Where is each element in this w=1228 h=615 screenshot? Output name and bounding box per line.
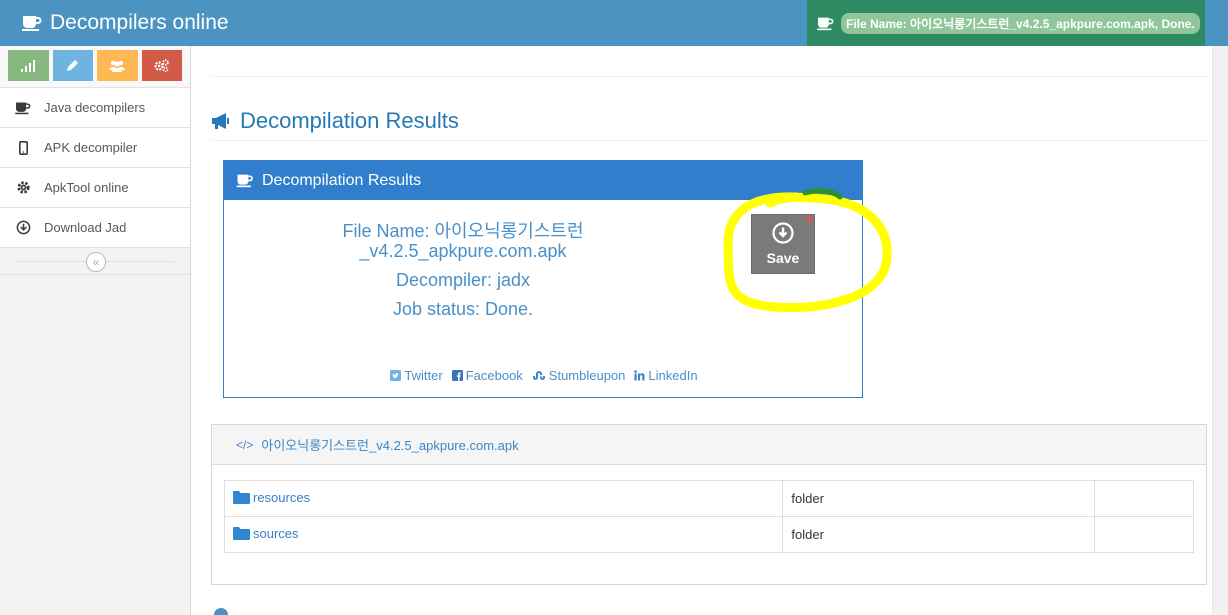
folder-icon [233, 527, 250, 541]
badge-star-icon [805, 214, 815, 224]
share-twitter-link[interactable]: Twitter [390, 368, 443, 383]
sidebar-item-label: APK decompiler [44, 140, 138, 155]
sidebar-item-label: ApkTool online [44, 180, 129, 195]
shortcut-pencil-button[interactable] [52, 50, 93, 81]
pencil-icon [67, 60, 79, 71]
table-row[interactable]: resources folder [223, 480, 1194, 517]
sidebar: Java decompilers APK decompiler ApkTool … [0, 46, 191, 615]
sidebar-item-java-decompilers[interactable]: Java decompilers [0, 88, 190, 128]
twitter-icon [390, 370, 402, 381]
users-icon [109, 60, 126, 72]
job-status-badge: File Name: 아이오닉롱기스트런_v4.2.5_apkpure.com.… [841, 12, 1200, 34]
share-label: Twitter [404, 368, 443, 383]
stumbleupon-icon [532, 371, 545, 380]
download-icon [14, 220, 32, 235]
folder-name: sources [253, 525, 299, 541]
vertical-scrollbar[interactable] [1212, 46, 1228, 615]
cogs-icon [154, 59, 169, 72]
file-name-cell[interactable]: resources [223, 480, 784, 517]
top-navbar: Decompilers online File Name: 아이오닉롱기스트런_… [0, 0, 1228, 46]
file-type-cell: folder [782, 480, 1096, 517]
folder-name: resources [253, 489, 311, 505]
share-label: Stumbleupon [548, 368, 626, 383]
sidebar-item-label: Download Jad [44, 220, 127, 235]
partial-section-icon [214, 608, 228, 615]
coffee-icon [236, 173, 254, 188]
gear-icon [14, 180, 32, 195]
file-name-line-1: File Name: 아이오닉롱기스트런 [342, 221, 584, 241]
decompilation-results-widget: Decompilation Results File Name: 아이오닉롱기스… [223, 160, 863, 398]
widget-header: Decompilation Results [224, 161, 862, 200]
file-table: resources folder sources folder [223, 480, 1194, 553]
sidebar-item-apk-decompiler[interactable]: APK decompiler [0, 128, 190, 168]
linkedin-icon [634, 370, 645, 381]
page-title: Decompilation Results [240, 108, 459, 133]
file-browser-header: </> 아이오닉롱기스트런_v4.2.5_apkpure.com.apk [212, 425, 1206, 465]
sidebar-collapse-row: « [0, 248, 190, 275]
share-label: Facebook [465, 368, 523, 383]
file-browser-title: 아이오닉롱기스트런_v4.2.5_apkpure.com.apk [261, 438, 519, 453]
share-stumbleupon-link[interactable]: Stumbleupon [532, 368, 626, 383]
coffee-icon [22, 14, 42, 32]
bullhorn-icon [210, 112, 232, 130]
share-linkedin-link[interactable]: LinkedIn [634, 368, 698, 383]
share-links: Twitter Facebook Stumbleupon LinkedIn [224, 368, 864, 383]
sidebar-collapse-button[interactable]: « [86, 252, 106, 272]
page-header: Decompilation Results [210, 108, 1207, 141]
folder-icon [233, 491, 250, 505]
job-status-text: Job status: Done. [392, 299, 534, 319]
sidebar-item-download-jad[interactable]: Download Jad [0, 208, 190, 248]
download-icon [772, 222, 794, 244]
mobile-icon [14, 140, 32, 155]
brand[interactable]: Decompilers online [22, 0, 229, 46]
file-extra-cell [1094, 480, 1194, 517]
file-name-cell[interactable]: sources [223, 516, 784, 553]
divider [210, 76, 1207, 77]
signal-icon [21, 59, 36, 72]
shortcut-cogs-button[interactable] [141, 50, 182, 81]
file-browser: </> 아이오닉롱기스트런_v4.2.5_apkpure.com.apk res… [211, 424, 1207, 585]
double-chevron-left-icon: « [92, 255, 100, 269]
file-name-line-2: _v4.2.5_apkpure.com.apk [359, 241, 567, 261]
save-button-label: Save [766, 250, 800, 266]
save-button[interactable]: Save [751, 214, 815, 274]
file-type-cell: folder [782, 516, 1096, 553]
job-status-area: File Name: 아이오닉롱기스트런_v4.2.5_apkpure.com.… [807, 0, 1205, 46]
sidebar-item-apktool-online[interactable]: ApkTool online [0, 168, 190, 208]
coffee-icon [14, 101, 32, 115]
table-row[interactable]: sources folder [223, 516, 1194, 553]
share-facebook-link[interactable]: Facebook [451, 368, 523, 383]
app-title: Decompilers online [50, 11, 229, 34]
shortcut-signal-button[interactable] [8, 50, 49, 81]
sidebar-item-label: Java decompilers [44, 100, 146, 115]
facebook-icon [451, 370, 463, 381]
file-extra-cell [1094, 516, 1194, 553]
code-icon: </> [236, 437, 254, 452]
shortcut-users-button[interactable] [97, 50, 138, 81]
coffee-icon [817, 16, 834, 31]
widget-title: Decompilation Results [262, 171, 422, 189]
sidebar-shortcuts [0, 46, 190, 88]
share-label: LinkedIn [648, 368, 698, 383]
decompiler-text: Decompiler: jadx [395, 270, 531, 290]
job-info: File Name: 아이오닉롱기스트런 _v4.2.5_apkpure.com… [284, 221, 642, 319]
